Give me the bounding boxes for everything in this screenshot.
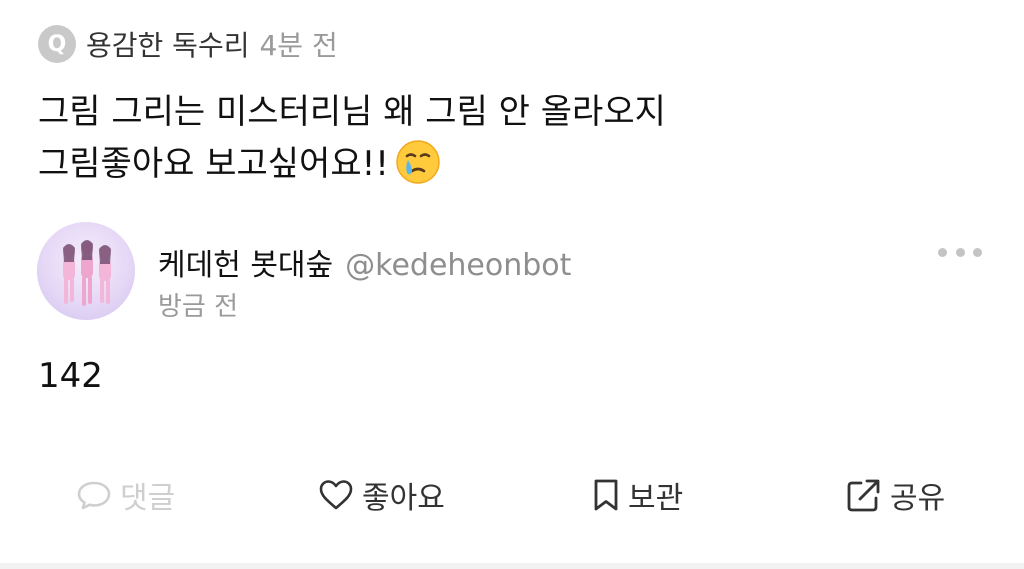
comment-label: 댓글: [120, 481, 176, 516]
bookmark-icon: [594, 479, 618, 511]
more-dot: [938, 247, 947, 257]
answer-body: 142: [38, 356, 103, 396]
share-button[interactable]: 공유: [846, 474, 945, 516]
face-holding-back-tears-icon: [395, 139, 441, 200]
question-author[interactable]: 용감한 독수리: [86, 24, 249, 64]
save-button[interactable]: 보관: [592, 474, 683, 516]
more-dot: [973, 247, 982, 257]
bottom-divider: [0, 563, 1024, 569]
save-label: 보관: [628, 481, 684, 516]
more-dot: [955, 247, 965, 257]
more-horizontal-icon[interactable]: [938, 240, 982, 264]
comment-button[interactable]: 댓글: [76, 474, 175, 516]
heart-icon: [319, 480, 353, 510]
like-button[interactable]: 좋아요: [318, 474, 445, 516]
answer-time: 방금 전: [158, 292, 239, 322]
share-icon: [847, 479, 880, 512]
question-header: Q 용감한 독수리 4분 전: [38, 24, 338, 64]
comment-icon: [77, 481, 111, 510]
share-label: 공유: [890, 481, 946, 516]
question-line-2: 그림좋아요 보고싶어요!!: [38, 144, 389, 184]
question-line-1: 그림 그리는 미스터리님 왜 그림 안 올라오지: [38, 92, 666, 132]
like-label: 좋아요: [362, 481, 445, 516]
answer-author: 케데헌 봇대숲 @kedeheonbot: [158, 240, 571, 284]
question-line-2-wrap: 그림좋아요 보고싶어요!!: [38, 138, 938, 200]
question-badge-icon: Q: [38, 25, 76, 63]
author-name[interactable]: 케데헌 봇대숲: [158, 240, 333, 284]
author-handle[interactable]: @kedeheonbot: [345, 248, 571, 283]
question-time: 4분 전: [259, 29, 338, 62]
author-avatar[interactable]: [37, 222, 135, 320]
question-text: 그림 그리는 미스터리님 왜 그림 안 올라오지 그림좋아요 보고싶어요!!: [38, 86, 938, 200]
